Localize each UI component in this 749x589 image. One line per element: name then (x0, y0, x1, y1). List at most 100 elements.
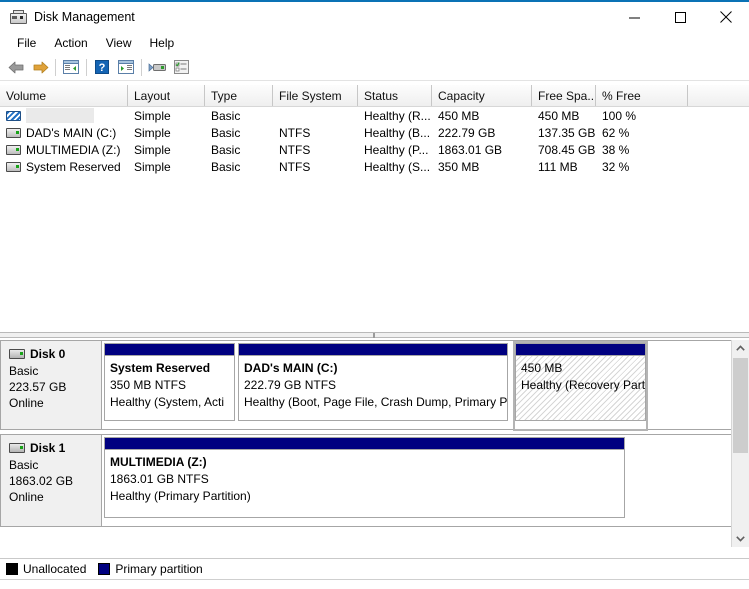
hatched-partition-icon (6, 110, 21, 121)
partition-name: System Reserved (110, 361, 211, 375)
disk-status: Online (9, 490, 44, 504)
volume-free-space: 450 MB (538, 108, 580, 123)
table-row[interactable]: System Reserved Simple Basic NTFS Health… (0, 158, 749, 175)
partition-dads-main-c[interactable]: DAD's MAIN (C:) 222.79 GB NTFS Healthy (… (238, 343, 508, 429)
volume-list: Volume Layout Type File System Status Ca… (0, 85, 749, 330)
toolbar: ? (0, 54, 749, 81)
partition-health: Healthy (Boot, Page File, Crash Dump, Pr… (244, 395, 508, 409)
forward-icon[interactable] (28, 56, 52, 78)
partition-size: 350 MB NTFS (110, 378, 187, 392)
partition-health: Healthy (System, Acti (110, 395, 225, 409)
volume-layout: Simple (134, 159, 171, 174)
disk-info-0[interactable]: Disk 0 Basic 223.57 GB Online (0, 340, 102, 430)
disk-info-1[interactable]: Disk 1 Basic 1863.02 GB Online (0, 434, 102, 527)
volume-type: Basic (211, 108, 241, 123)
volume-percent-free: 100 % (602, 108, 637, 123)
legend-label-unallocated: Unallocated (23, 561, 87, 576)
rescan-disks-icon[interactable] (145, 56, 169, 78)
toolbar-separator (141, 58, 142, 76)
scroll-up-icon[interactable] (732, 340, 749, 357)
partition-capacity-bar (104, 343, 235, 355)
volume-name (26, 108, 94, 123)
volume-file-system: NTFS (279, 159, 311, 174)
volume-file-system: NTFS (279, 142, 311, 157)
show-hide-console-tree-icon[interactable] (59, 56, 83, 78)
partition-size: 1863.01 GB NTFS (110, 472, 209, 486)
scroll-down-icon[interactable] (732, 530, 749, 547)
column-header-filler (688, 85, 749, 106)
volume-icon (6, 127, 21, 138)
disk-partitions-1: MULTIMEDIA (Z:) 1863.01 GB NTFS Healthy … (102, 434, 749, 527)
partition-size: 450 MB (521, 361, 563, 375)
disk-type: Basic (9, 458, 39, 472)
volume-capacity: 1863.01 GB (438, 142, 503, 157)
disk-partitions-0: System Reserved 350 MB NTFS Healthy (Sys… (102, 340, 749, 431)
properties-icon[interactable] (169, 56, 193, 78)
disk-management-icon (9, 9, 27, 25)
close-button[interactable] (703, 2, 749, 32)
partition-recovery[interactable]: 450 MB Healthy (Recovery Part (513, 341, 648, 431)
title-bar: Disk Management (0, 2, 749, 32)
column-header-layout[interactable]: Layout (128, 85, 205, 106)
volume-free-space: 137.35 GB (538, 125, 596, 140)
column-header-type[interactable]: Type (205, 85, 273, 106)
legend-swatch-unallocated (6, 562, 18, 575)
column-header-capacity[interactable]: Capacity (432, 85, 532, 106)
partition-multimedia-z[interactable]: MULTIMEDIA (Z:) 1863.01 GB NTFS Healthy … (104, 437, 625, 526)
window-controls (611, 2, 749, 32)
volume-percent-free: 32 % (602, 159, 630, 174)
partition-name: MULTIMEDIA (Z:) (110, 455, 207, 469)
partition-system-reserved[interactable]: System Reserved 350 MB NTFS Healthy (Sys… (104, 343, 235, 429)
volume-status: Healthy (S... (364, 159, 431, 174)
disk-type: Basic (9, 364, 39, 378)
back-icon[interactable] (4, 56, 28, 78)
table-row[interactable]: MULTIMEDIA (Z:) Simple Basic NTFS Health… (0, 141, 749, 158)
volume-status: Healthy (R... (364, 108, 431, 123)
partition-size: 222.79 GB NTFS (244, 378, 337, 392)
partition-health: Healthy (Primary Partition) (110, 489, 251, 503)
disk-row-0: Disk 0 Basic 223.57 GB Online System Res… (0, 340, 749, 431)
window-title: Disk Management (34, 10, 135, 24)
volume-type: Basic (211, 142, 241, 157)
disk-icon (9, 443, 25, 453)
pane-splitter[interactable] (0, 330, 749, 340)
partition-name: DAD's MAIN (C:) (244, 361, 338, 375)
disk-name: Disk 0 (30, 347, 66, 361)
volume-status: Healthy (P... (364, 142, 429, 157)
disk-name: Disk 1 (30, 441, 66, 455)
show-hide-action-pane-icon[interactable] (114, 56, 138, 78)
volume-percent-free: 62 % (602, 125, 630, 140)
table-row[interactable]: Simple Basic Healthy (R... 450 MB 450 MB… (0, 107, 749, 124)
column-header-file-system[interactable]: File System (273, 85, 358, 106)
menu-action[interactable]: Action (45, 34, 96, 52)
toolbar-separator (86, 58, 87, 76)
column-header-volume[interactable]: Volume (0, 85, 128, 106)
column-header-free-space[interactable]: Free Spa... (532, 85, 596, 106)
partition-capacity-bar (515, 343, 646, 355)
menu-view[interactable]: View (97, 34, 141, 52)
volume-free-space: 111 MB (538, 159, 578, 174)
legend-label-primary-partition: Primary partition (115, 561, 203, 576)
partition-health: Healthy (Recovery Part (521, 378, 646, 392)
scrollbar-thumb[interactable] (733, 358, 748, 453)
column-header-status[interactable]: Status (358, 85, 432, 106)
maximize-button[interactable] (657, 2, 703, 32)
volume-name: MULTIMEDIA (Z:) (26, 142, 121, 157)
disk-icon (9, 349, 25, 359)
legend-swatch-primary-partition (98, 562, 111, 575)
graphical-view-scrollbar[interactable] (731, 340, 749, 547)
column-header-percent-free[interactable]: % Free (596, 85, 688, 106)
volume-type: Basic (211, 159, 241, 174)
menu-help[interactable]: Help (141, 34, 184, 52)
help-icon[interactable]: ? (90, 56, 114, 78)
menu-file[interactable]: File (8, 34, 45, 52)
partition-capacity-bar (238, 343, 508, 355)
volume-layout: Simple (134, 125, 171, 140)
table-row[interactable]: DAD's MAIN (C:) Simple Basic NTFS Health… (0, 124, 749, 141)
svg-text:?: ? (99, 62, 106, 74)
volume-capacity: 350 MB (438, 159, 480, 174)
volume-type: Basic (211, 125, 241, 140)
disk-row-1: Disk 1 Basic 1863.02 GB Online MULTIMEDI… (0, 434, 749, 527)
minimize-button[interactable] (611, 2, 657, 32)
disk-graphical-view: Disk 0 Basic 223.57 GB Online System Res… (0, 340, 749, 547)
